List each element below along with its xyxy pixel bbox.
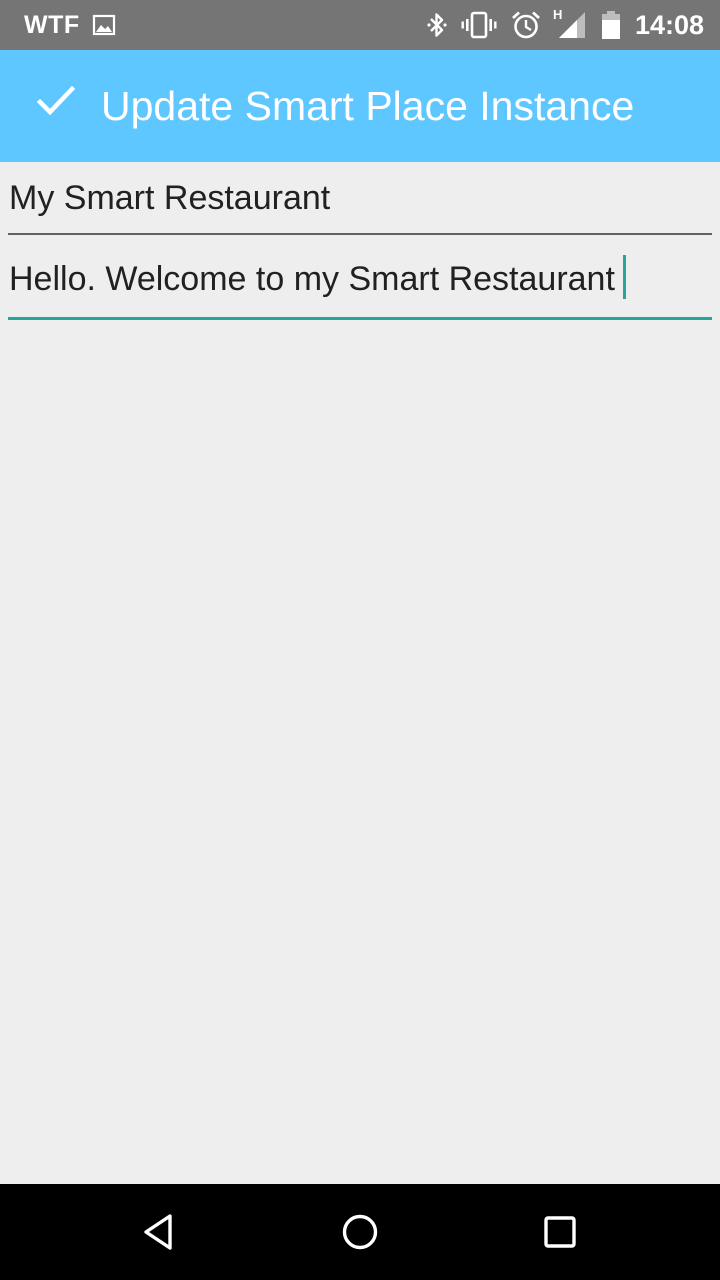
alarm-icon [511,11,540,39]
vibrate-icon [461,11,497,39]
status-right: H 14:08 [413,0,704,50]
description-field-value: Hello. Welcome to my Smart Restaurant [9,260,615,298]
image-icon [92,14,115,36]
app-bar: Update Smart Place Instance [0,50,720,162]
status-clock: 14:08 [634,9,704,40]
status-left: WTF [24,0,116,50]
description-field-underline [8,317,712,320]
page-title: Update Smart Place Instance [101,83,635,129]
home-button[interactable] [328,1200,392,1264]
home-icon [342,1214,378,1250]
name-field-underline [8,233,712,235]
battery-icon [601,11,620,39]
back-icon [144,1214,172,1250]
name-field-value: My Smart Restaurant [9,179,331,217]
text-cursor [622,255,626,299]
bluetooth-icon [427,13,447,37]
signal-icon [558,12,585,38]
recents-button[interactable] [528,1200,592,1264]
status-bar: WTF H 14:08 [0,0,720,50]
name-field[interactable]: My Smart Restaurant [8,162,712,235]
description-field[interactable]: Hello. Welcome to my Smart Restaurant [8,236,712,320]
check-icon[interactable] [36,84,76,118]
carrier-label: WTF [24,10,80,39]
signal-indicator: H [553,7,587,40]
recents-icon [544,1216,576,1248]
navigation-bar [0,1184,720,1280]
back-button[interactable] [128,1200,192,1264]
